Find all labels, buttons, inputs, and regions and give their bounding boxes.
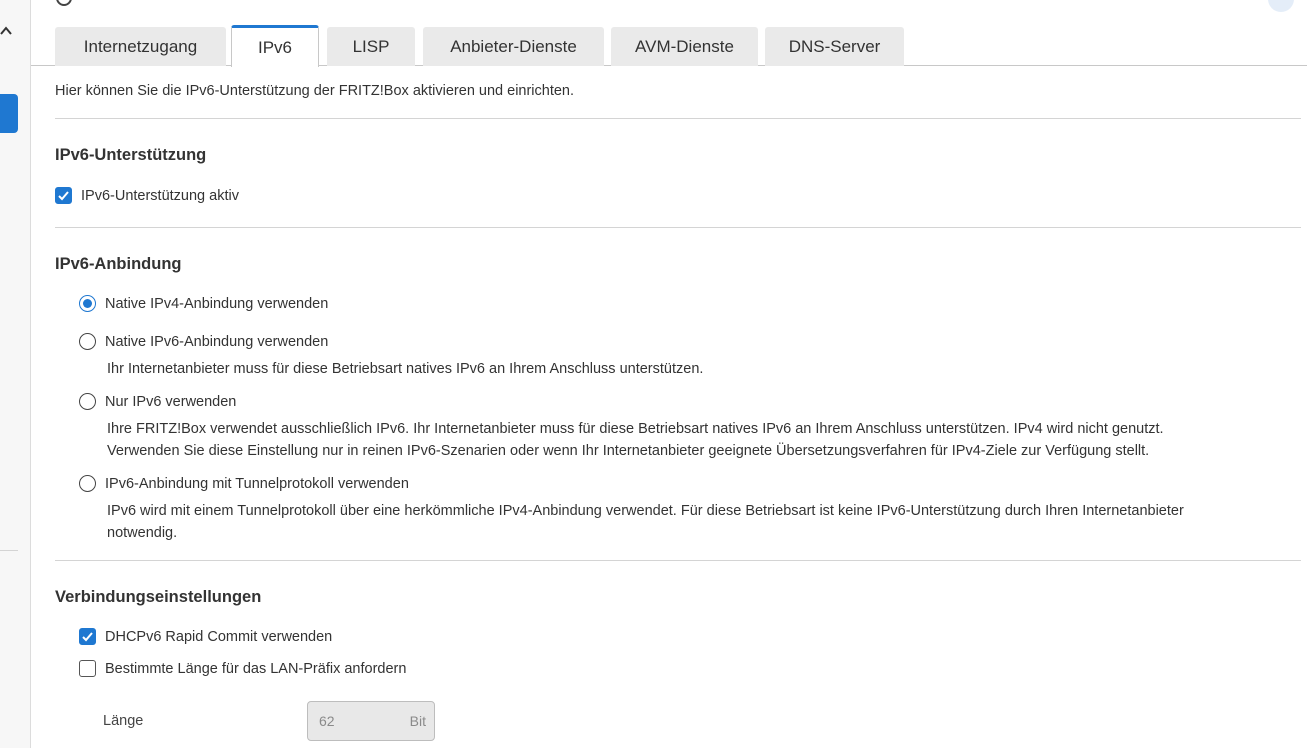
tab-dns-server[interactable]: DNS-Server xyxy=(765,27,904,66)
tab-lisp[interactable]: LISP xyxy=(327,27,415,66)
section-heading-binding: IPv6-Anbindung xyxy=(55,255,182,273)
checkbox-unchecked[interactable] xyxy=(79,660,96,677)
sidebar-divider xyxy=(0,550,18,551)
tab-avm-dienste[interactable]: AVM-Dienste xyxy=(611,27,758,66)
radio-button[interactable] xyxy=(79,295,96,312)
radio-button[interactable] xyxy=(79,393,96,410)
radio-native-ipv4[interactable]: Native IPv4-Anbindung verwenden xyxy=(79,295,328,312)
checkmark-icon xyxy=(58,191,69,201)
option-description: Ihr Internetanbieter muss für diese Betr… xyxy=(107,361,704,377)
checkbox-label: IPv6-Unterstützung aktiv xyxy=(81,187,239,204)
sidebar-active-item[interactable] xyxy=(0,94,18,133)
radio-tunnel[interactable]: IPv6-Anbindung mit Tunnelprotokoll verwe… xyxy=(79,475,409,492)
length-unit: Bit xyxy=(409,713,426,729)
length-value: 62 xyxy=(319,713,335,729)
section-heading-connection: Verbindungseinstellungen xyxy=(55,588,262,606)
radio-button[interactable] xyxy=(79,333,96,350)
radio-label: Native IPv4-Anbindung verwenden xyxy=(105,295,329,312)
divider xyxy=(55,118,1301,119)
intro-text: Hier können Sie die IPv6-Unterstützung d… xyxy=(55,83,575,99)
option-description: Ihre FRITZ!Box verwendet ausschließlich … xyxy=(107,421,1164,437)
divider xyxy=(55,227,1301,228)
tab-ipv6[interactable]: IPv6 xyxy=(231,25,319,67)
radio-label: IPv6-Anbindung mit Tunnelprotokoll verwe… xyxy=(105,475,409,492)
length-label: Länge xyxy=(103,713,144,729)
help-icon[interactable] xyxy=(1268,0,1294,12)
section-heading-support: IPv6-Unterstützung xyxy=(55,146,207,164)
info-icon xyxy=(56,0,72,6)
tab-internetzugang[interactable]: Internetzugang xyxy=(55,27,226,66)
radio-label: Native IPv6-Anbindung verwenden xyxy=(105,333,329,350)
length-input[interactable]: 62 Bit xyxy=(307,701,435,741)
checkbox-checked[interactable] xyxy=(55,187,72,204)
option-description: Verwenden Sie diese Einstellung nur in r… xyxy=(107,443,1150,459)
checkbox-label: Bestimmte Länge für das LAN-Präfix anfor… xyxy=(105,660,407,677)
sidebar xyxy=(0,0,31,748)
lan-prefix-checkbox[interactable]: Bestimmte Länge für das LAN-Präfix anfor… xyxy=(79,660,406,677)
tab-bar: Internetzugang IPv6 LISP Anbieter-Dienst… xyxy=(31,25,1307,67)
checkbox-label: DHCPv6 Rapid Commit verwenden xyxy=(105,628,333,645)
chevron-up-icon[interactable] xyxy=(0,24,14,38)
ipv6-support-checkbox[interactable]: IPv6-Unterstützung aktiv xyxy=(55,187,239,204)
option-description: IPv6 wird mit einem Tunnelprotokoll über… xyxy=(107,503,1184,519)
radio-label: Nur IPv6 verwenden xyxy=(105,393,237,410)
tab-anbieter-dienste[interactable]: Anbieter-Dienste xyxy=(423,27,604,66)
radio-button[interactable] xyxy=(79,475,96,492)
divider xyxy=(55,560,1301,561)
dhcpv6-rapid-commit-checkbox[interactable]: DHCPv6 Rapid Commit verwenden xyxy=(79,628,332,645)
option-description: notwendig. xyxy=(107,525,178,541)
radio-only-ipv6[interactable]: Nur IPv6 verwenden xyxy=(79,393,236,410)
radio-native-ipv6[interactable]: Native IPv6-Anbindung verwenden xyxy=(79,333,328,350)
checkmark-icon xyxy=(82,632,93,642)
checkbox-checked[interactable] xyxy=(79,628,96,645)
